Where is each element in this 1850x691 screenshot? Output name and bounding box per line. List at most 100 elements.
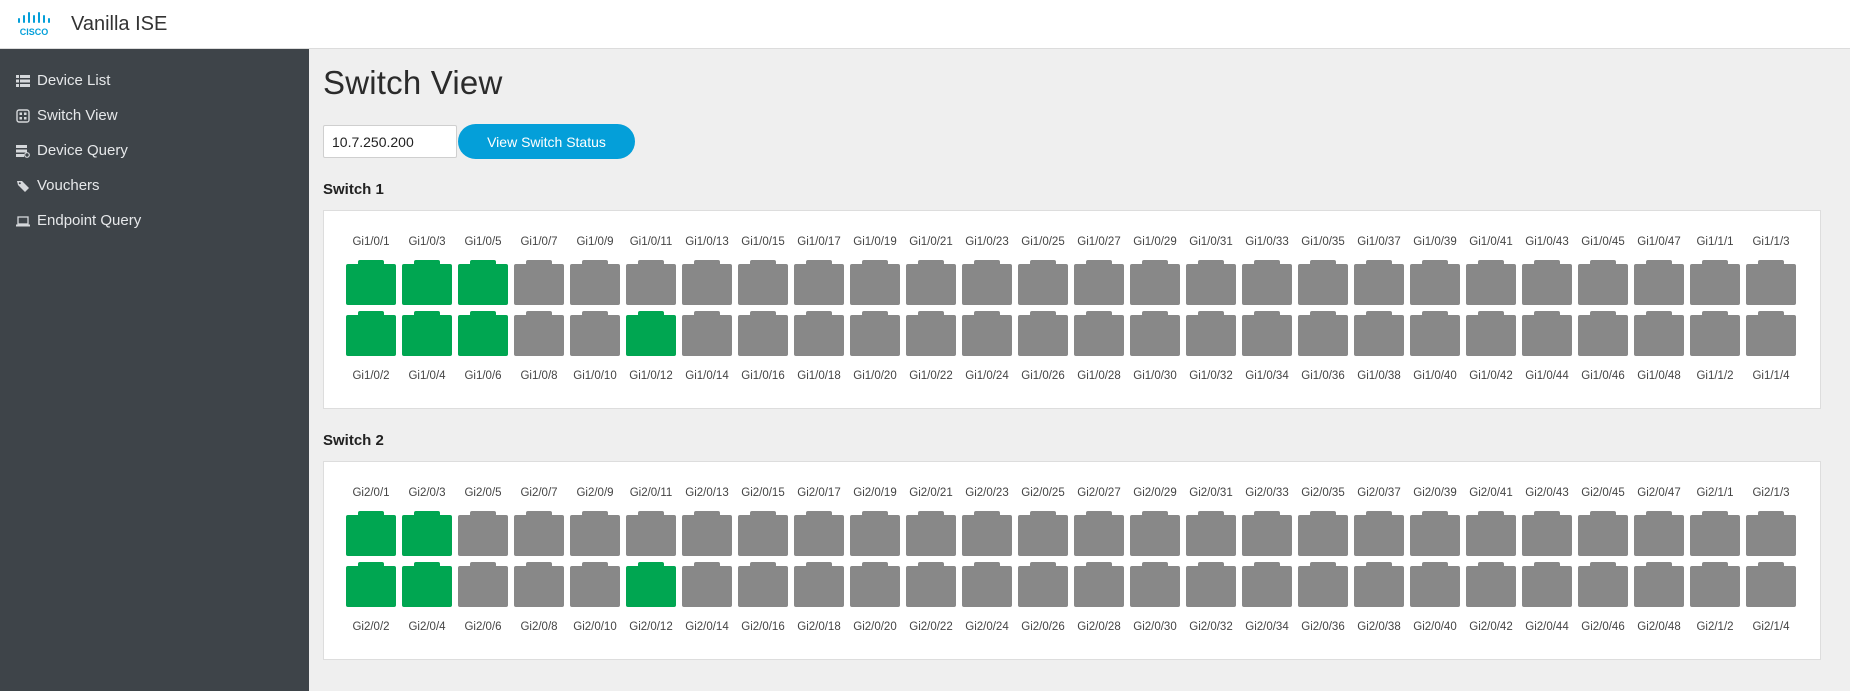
switch-port[interactable] [906, 511, 956, 556]
switch-port[interactable] [570, 260, 620, 305]
switch-port[interactable] [1746, 260, 1796, 305]
switch-port[interactable] [738, 260, 788, 305]
switch-port[interactable] [850, 562, 900, 607]
switch-port[interactable] [1578, 311, 1628, 356]
switch-port[interactable] [906, 260, 956, 305]
switch-port[interactable] [346, 260, 396, 305]
cisco-logo[interactable]: CISCO [16, 11, 56, 37]
switch-port[interactable] [346, 562, 396, 607]
switch-port[interactable] [1130, 260, 1180, 305]
switch-port[interactable] [1466, 260, 1516, 305]
switch-port[interactable] [402, 311, 452, 356]
switch-port[interactable] [1690, 260, 1740, 305]
switch-port[interactable] [962, 562, 1012, 607]
switch-port[interactable] [1410, 260, 1460, 305]
sidebar-item-vouchers[interactable]: Vouchers [0, 170, 309, 202]
switch-port[interactable] [1634, 562, 1684, 607]
switch-port[interactable] [1298, 511, 1348, 556]
switch-port[interactable] [1242, 260, 1292, 305]
switch-port[interactable] [1690, 511, 1740, 556]
switch-port[interactable] [1074, 562, 1124, 607]
switch-port[interactable] [962, 260, 1012, 305]
switch-port[interactable] [906, 311, 956, 356]
switch-port[interactable] [346, 311, 396, 356]
switch-port[interactable] [906, 562, 956, 607]
switch-port[interactable] [1186, 562, 1236, 607]
sidebar-item-device-query[interactable]: Device Query [0, 135, 309, 167]
switch-port[interactable] [1746, 562, 1796, 607]
switch-port[interactable] [962, 311, 1012, 356]
switch-port[interactable] [1634, 260, 1684, 305]
switch-port[interactable] [1074, 260, 1124, 305]
switch-port[interactable] [1018, 260, 1068, 305]
switch-port[interactable] [1578, 562, 1628, 607]
switch-port[interactable] [458, 562, 508, 607]
switch-port[interactable] [682, 511, 732, 556]
switch-port[interactable] [458, 260, 508, 305]
switch-port[interactable] [850, 311, 900, 356]
switch-port[interactable] [514, 260, 564, 305]
switch-port[interactable] [570, 562, 620, 607]
switch-port[interactable] [1130, 562, 1180, 607]
switch-port[interactable] [1242, 562, 1292, 607]
switch-port[interactable] [1018, 562, 1068, 607]
switch-port[interactable] [1634, 311, 1684, 356]
switch-port[interactable] [1186, 311, 1236, 356]
switch-port[interactable] [738, 562, 788, 607]
switch-port[interactable] [1522, 562, 1572, 607]
switch-port[interactable] [794, 562, 844, 607]
switch-port[interactable] [850, 511, 900, 556]
switch-port[interactable] [1186, 511, 1236, 556]
switch-port[interactable] [626, 260, 676, 305]
view-switch-status-button[interactable]: View Switch Status [458, 124, 635, 159]
switch-port[interactable] [1074, 511, 1124, 556]
switch-port[interactable] [1690, 311, 1740, 356]
switch-port[interactable] [1522, 511, 1572, 556]
switch-port[interactable] [1522, 260, 1572, 305]
switch-port[interactable] [1466, 511, 1516, 556]
switch-port[interactable] [1410, 562, 1460, 607]
switch-port[interactable] [570, 311, 620, 356]
switch-port[interactable] [1130, 311, 1180, 356]
switch-port[interactable] [1354, 260, 1404, 305]
switch-port[interactable] [458, 511, 508, 556]
switch-port[interactable] [570, 511, 620, 556]
switch-port[interactable] [738, 511, 788, 556]
switch-port[interactable] [1690, 562, 1740, 607]
switch-port[interactable] [1186, 260, 1236, 305]
switch-port[interactable] [1354, 562, 1404, 607]
switch-port[interactable] [682, 260, 732, 305]
sidebar-item-endpoint-query[interactable]: Endpoint Query [0, 205, 309, 237]
switch-port[interactable] [1634, 511, 1684, 556]
switch-port[interactable] [682, 562, 732, 607]
switch-port[interactable] [514, 311, 564, 356]
switch-port[interactable] [1018, 311, 1068, 356]
switch-port[interactable] [626, 511, 676, 556]
switch-ip-input[interactable] [323, 125, 457, 158]
switch-port[interactable] [1074, 311, 1124, 356]
switch-port[interactable] [402, 260, 452, 305]
switch-port[interactable] [850, 260, 900, 305]
switch-port[interactable] [626, 562, 676, 607]
switch-port[interactable] [1298, 311, 1348, 356]
switch-port[interactable] [1746, 311, 1796, 356]
switch-port[interactable] [962, 511, 1012, 556]
switch-port[interactable] [514, 562, 564, 607]
switch-port[interactable] [1298, 260, 1348, 305]
switch-port[interactable] [1130, 511, 1180, 556]
switch-port[interactable] [1354, 511, 1404, 556]
switch-port[interactable] [1410, 511, 1460, 556]
switch-port[interactable] [1578, 511, 1628, 556]
switch-port[interactable] [1466, 311, 1516, 356]
switch-port[interactable] [1578, 260, 1628, 305]
switch-port[interactable] [1354, 311, 1404, 356]
switch-port[interactable] [794, 511, 844, 556]
switch-port[interactable] [1410, 311, 1460, 356]
switch-port[interactable] [1242, 511, 1292, 556]
switch-port[interactable] [794, 311, 844, 356]
switch-port[interactable] [1466, 562, 1516, 607]
switch-port[interactable] [626, 311, 676, 356]
sidebar-item-device-list[interactable]: Device List [0, 65, 309, 97]
switch-port[interactable] [1018, 511, 1068, 556]
switch-port[interactable] [682, 311, 732, 356]
